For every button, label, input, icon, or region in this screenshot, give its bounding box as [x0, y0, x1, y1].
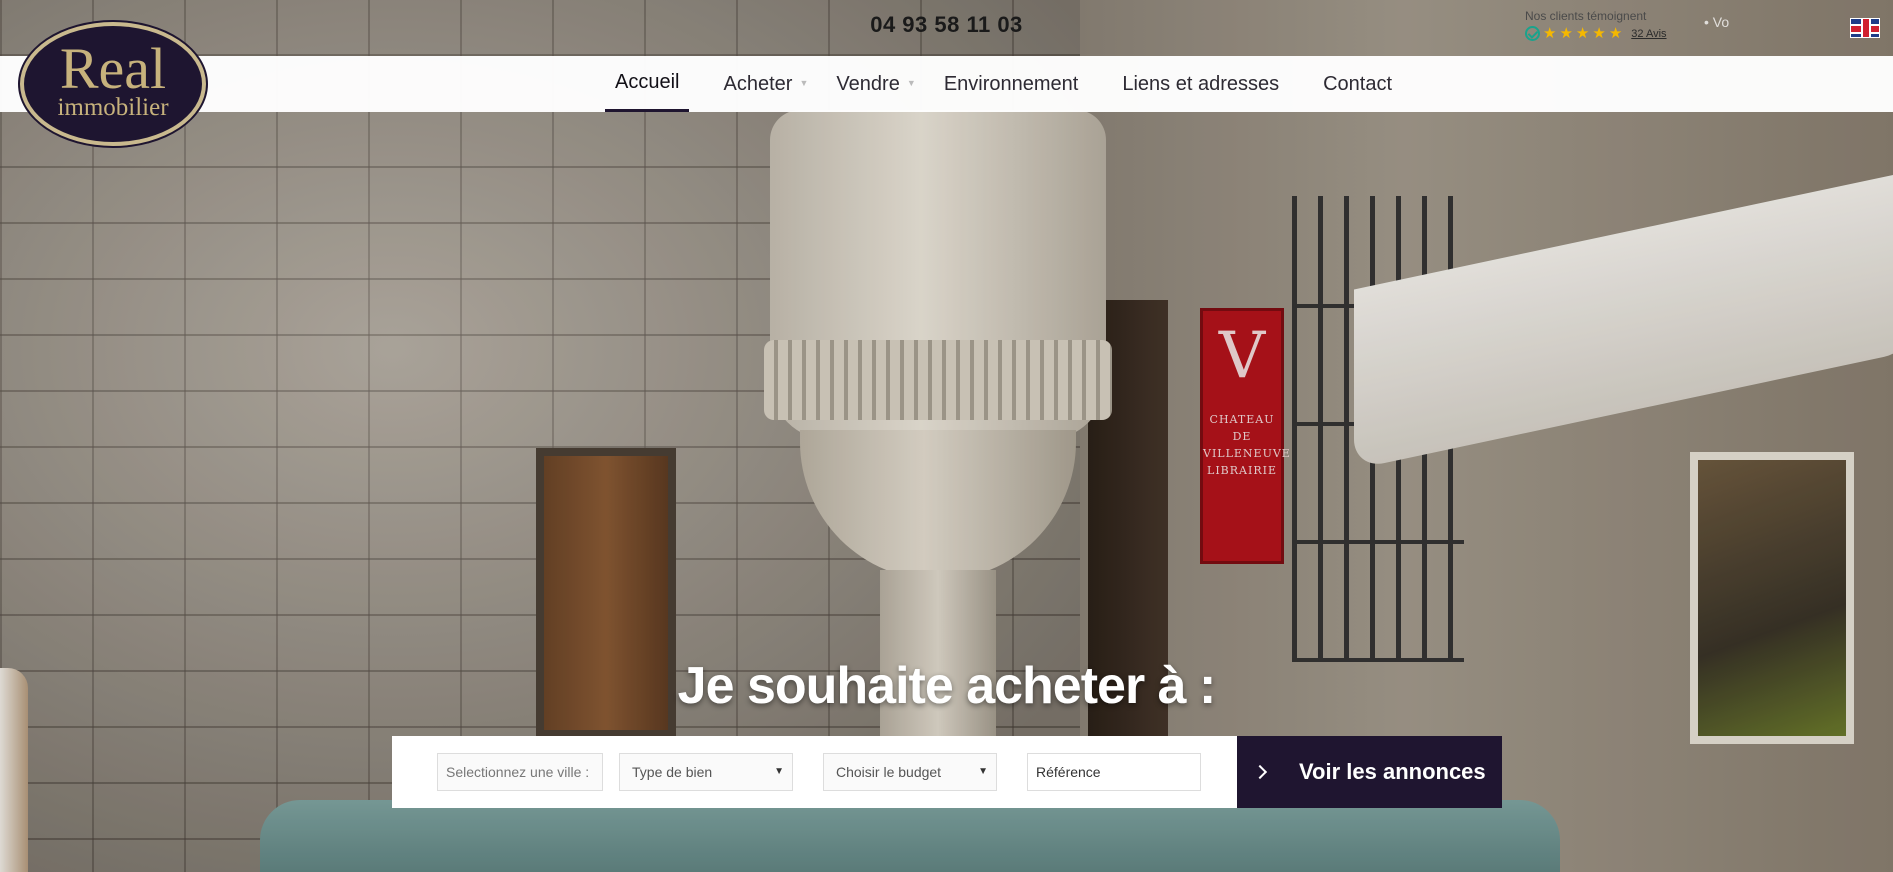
star-icon: ★: [1608, 25, 1623, 42]
reviews-widget[interactable]: Nos clients témoignent ★ ★ ★ ★ ★ 32 Avis: [1525, 9, 1667, 41]
main-nav: Accueil Acheter ▼ Vendre ▼ Environnement L…: [605, 56, 1426, 112]
chevron-down-icon: ▼: [799, 78, 809, 88]
view-listings-button[interactable]: Voir les annonces: [1237, 736, 1502, 808]
reference-input[interactable]: Référence: [1027, 753, 1201, 791]
logo-sub-text: immobilier: [57, 94, 169, 121]
main-navbar: Accueil Acheter ▼ Vendre ▼ Environnement L…: [0, 56, 1893, 112]
nav-item-environnement[interactable]: Environnement: [934, 56, 1089, 112]
hero-title: Je souhaite acheter à :: [677, 657, 1217, 715]
nav-item-label: Contact: [1323, 72, 1393, 95]
star-icon: ★: [1575, 25, 1590, 42]
city-placeholder: Selectionnez une ville :: [446, 764, 590, 780]
reviews-label: Nos clients témoignent: [1525, 9, 1647, 23]
nav-item-liens-adresses[interactable]: Liens et adresses: [1112, 56, 1289, 112]
caret-down-icon: ▼: [978, 766, 988, 777]
nav-item-label: Accueil: [615, 71, 680, 93]
nav-item-label: Acheter: [723, 72, 793, 95]
top-strip: 04 93 58 11 03 Nos clients témoignent ★ …: [0, 0, 1893, 56]
nav-item-accueil[interactable]: Accueil: [605, 56, 690, 112]
reviews-count-link[interactable]: 32 Avis: [1631, 28, 1666, 40]
star-icon: ★: [1559, 25, 1573, 42]
city-select-input[interactable]: Selectionnez une ville :: [437, 753, 603, 791]
view-listings-label: Voir les annonces: [1299, 759, 1486, 784]
verified-check-icon: [1525, 26, 1540, 41]
reviews-rating: ★ ★ ★ ★ ★ 32 Avis: [1525, 26, 1667, 41]
nav-item-contact[interactable]: Contact: [1313, 56, 1402, 112]
site-logo[interactable]: Real immobilier: [20, 22, 206, 146]
budget-value: Choisir le budget: [836, 764, 942, 780]
caret-down-icon: ▼: [774, 766, 784, 777]
uk-flag-icon[interactable]: [1850, 18, 1880, 38]
chevron-down-icon: ▼: [906, 78, 916, 88]
language-menu-text[interactable]: • Vo: [1704, 14, 1729, 30]
logo-main-text: Real: [59, 36, 167, 101]
nav-item-acheter[interactable]: Acheter ▼: [713, 56, 808, 112]
chevron-right-icon: [1252, 764, 1268, 780]
property-search-form: Selectionnez une ville : Type de bien ▼ …: [392, 736, 1237, 808]
star-icon: ★: [1592, 25, 1606, 42]
nav-item-label: Environnement: [943, 72, 1079, 95]
nav-item-vendre[interactable]: Vendre ▼: [826, 56, 915, 112]
budget-select[interactable]: Choisir le budget ▼: [823, 753, 997, 791]
property-type-select[interactable]: Type de bien ▼: [619, 753, 793, 791]
nav-item-label: Liens et adresses: [1122, 72, 1280, 95]
reference-placeholder: Référence: [1036, 764, 1101, 780]
nav-item-label: Vendre: [836, 72, 900, 95]
property-type-value: Type de bien: [632, 764, 713, 780]
star-icon: ★: [1543, 25, 1557, 42]
